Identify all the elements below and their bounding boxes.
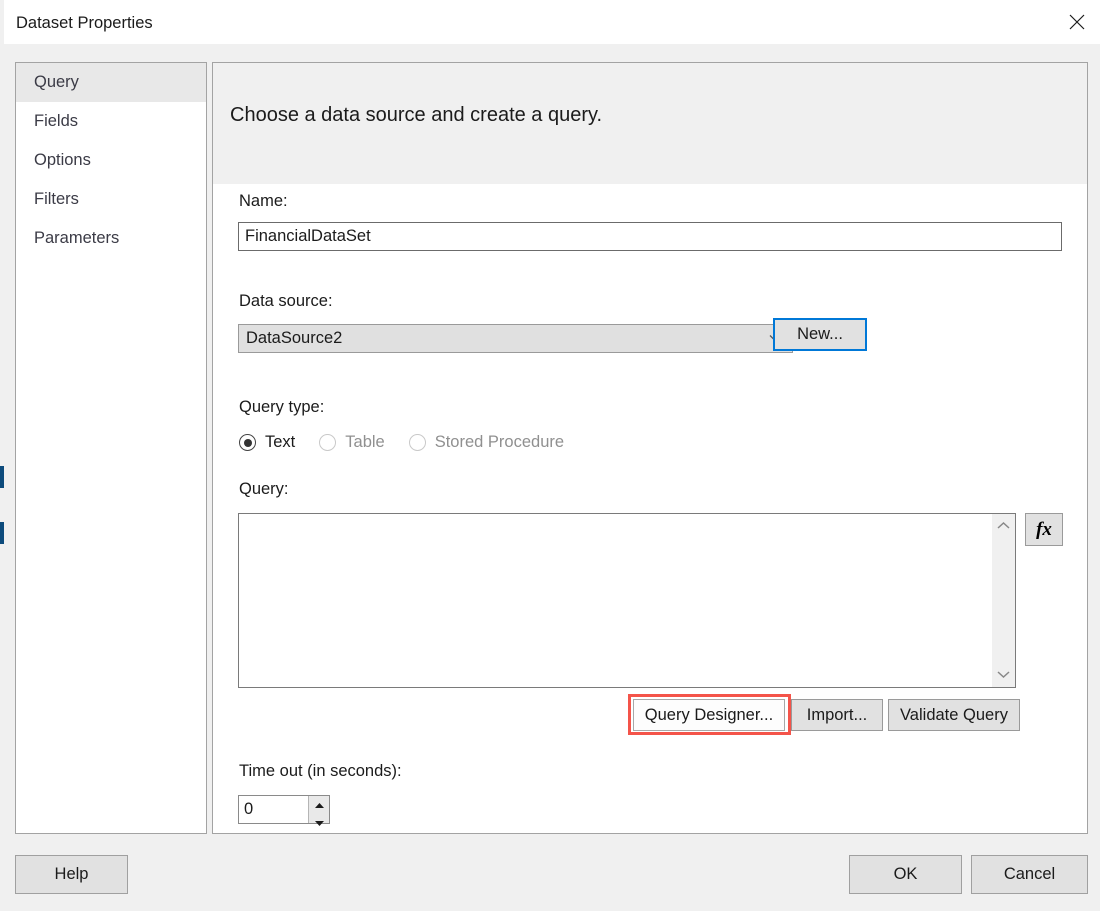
data-source-selected-value: DataSource2 — [239, 329, 342, 348]
close-icon — [1066, 11, 1088, 33]
help-button[interactable]: Help — [15, 855, 128, 894]
timeout-increment-button[interactable] — [309, 796, 329, 814]
sidebar-item-query[interactable]: Query — [16, 63, 206, 102]
chevron-up-icon — [997, 517, 1010, 535]
title-bar: Dataset Properties — [4, 0, 1100, 44]
radio-button-icon — [409, 434, 426, 451]
triangle-up-icon — [314, 796, 325, 814]
radio-button-icon — [319, 434, 336, 451]
query-input[interactable] — [239, 514, 993, 687]
query-editor — [238, 513, 1016, 688]
scroll-up-button[interactable] — [992, 514, 1015, 538]
timeout-input[interactable] — [239, 796, 308, 823]
timeout-stepper-buttons — [308, 796, 329, 823]
ok-button[interactable]: OK — [849, 855, 962, 894]
name-label: Name: — [239, 192, 288, 211]
close-button[interactable] — [1054, 0, 1100, 44]
chevron-down-icon — [997, 666, 1010, 684]
data-source-dropdown[interactable]: DataSource2 — [238, 324, 793, 353]
sidebar-item-label: Fields — [34, 112, 78, 131]
sidebar-item-filters[interactable]: Filters — [16, 180, 206, 219]
query-type-label: Query type: — [239, 398, 324, 417]
sidebar-item-label: Query — [34, 73, 79, 92]
sidebar-item-options[interactable]: Options — [16, 141, 206, 180]
query-settings-panel: Choose a data source and create a query.… — [212, 62, 1088, 834]
scroll-down-button[interactable] — [992, 663, 1015, 687]
category-sidebar: Query Fields Options Filters Parameters — [15, 62, 207, 834]
timeout-stepper[interactable] — [238, 795, 330, 824]
radio-button-icon — [239, 434, 256, 451]
query-scrollbar[interactable] — [992, 514, 1015, 687]
query-label: Query: — [239, 480, 289, 499]
expression-fx-button[interactable]: fx — [1025, 513, 1063, 546]
query-type-radio-group: Text Table Stored Procedure — [239, 433, 588, 452]
radio-label-text: Text — [265, 433, 295, 452]
cancel-button[interactable]: Cancel — [971, 855, 1088, 894]
sidebar-item-parameters[interactable]: Parameters — [16, 219, 206, 258]
triangle-down-icon — [314, 814, 325, 832]
dataset-properties-dialog: Dataset Properties Query Fields Options … — [4, 0, 1100, 911]
sidebar-item-fields[interactable]: Fields — [16, 102, 206, 141]
new-data-source-button[interactable]: New... — [773, 318, 867, 351]
radio-label-stored-procedure: Stored Procedure — [435, 433, 564, 452]
validate-query-button[interactable]: Validate Query — [888, 699, 1020, 731]
timeout-decrement-button[interactable] — [309, 814, 329, 832]
page-title: Choose a data source and create a query. — [230, 104, 602, 127]
name-input[interactable] — [238, 222, 1062, 251]
radio-label-table: Table — [345, 433, 384, 452]
dialog-footer: Help OK Cancel — [4, 844, 1100, 911]
data-source-label: Data source: — [239, 292, 333, 311]
query-designer-button[interactable]: Query Designer... — [633, 699, 785, 731]
radio-option-stored-procedure[interactable]: Stored Procedure — [409, 433, 564, 452]
sidebar-item-label: Filters — [34, 190, 79, 209]
dialog-body: Query Fields Options Filters Parameters … — [4, 44, 1100, 844]
timeout-label: Time out (in seconds): — [239, 762, 402, 781]
radio-option-text[interactable]: Text — [239, 433, 295, 452]
window-title: Dataset Properties — [16, 13, 153, 33]
import-button[interactable]: Import... — [791, 699, 883, 731]
radio-option-table[interactable]: Table — [319, 433, 384, 452]
sidebar-item-label: Parameters — [34, 229, 119, 248]
radio-selected-dot — [244, 439, 252, 447]
sidebar-item-label: Options — [34, 151, 91, 170]
